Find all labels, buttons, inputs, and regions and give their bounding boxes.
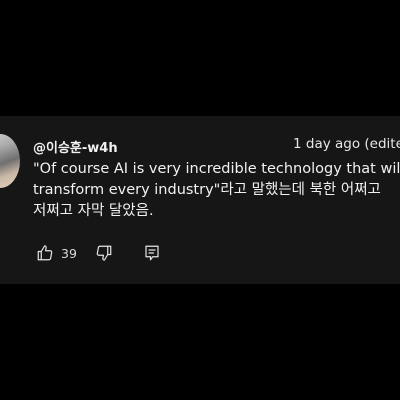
user-avatar[interactable] — [0, 134, 20, 188]
comment-author[interactable]: @이승훈-w4h — [33, 137, 118, 156]
like-button[interactable]: 39 — [36, 244, 77, 262]
comment-text: "Of course AI is very incredible technol… — [33, 159, 400, 222]
video-overlay-background: @이승훈-w4h 1 day ago (edited) "Of course A… — [0, 0, 400, 400]
dislike-button[interactable] — [95, 244, 113, 262]
comment-text-line: transform every industry"라고 말했는데 북한 어쩌고 — [33, 182, 381, 198]
comment-timestamp[interactable]: 1 day ago (edited) — [293, 136, 400, 152]
reply-button[interactable] — [143, 244, 161, 262]
comment-card: @이승훈-w4h 1 day ago (edited) "Of course A… — [0, 116, 400, 284]
comment-text-line: 저쩌고 자막 달았음. — [33, 203, 154, 219]
comment-actions: 39 — [36, 242, 161, 264]
thumbs-down-icon — [95, 244, 113, 262]
reply-comment-icon — [143, 244, 161, 262]
comment-text-line: "Of course AI is very incredible technol… — [33, 161, 400, 177]
like-count: 39 — [61, 245, 77, 261]
thumbs-up-icon — [36, 244, 54, 262]
